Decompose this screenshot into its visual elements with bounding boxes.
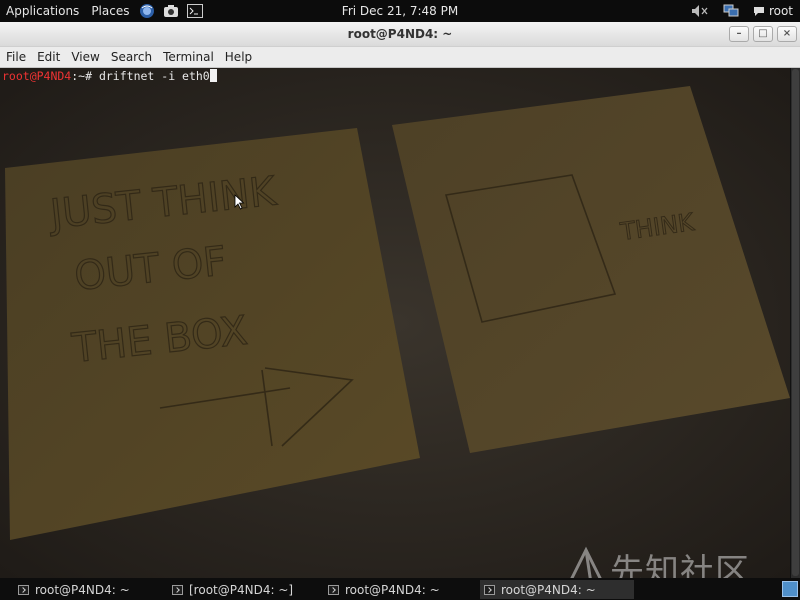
task-button-1[interactable]: root@P4ND4: ~ [14, 580, 164, 599]
task-label: root@P4ND4: ~ [345, 582, 440, 597]
menu-terminal[interactable]: Terminal [158, 50, 219, 64]
terminal-task-icon [484, 584, 495, 595]
browser-icon[interactable] [138, 3, 156, 19]
command-text: driftnet -i eth0 [98, 69, 210, 83]
terminal-task-icon [172, 584, 183, 595]
volume-muted-icon[interactable] [691, 4, 709, 18]
menu-file[interactable]: File [1, 50, 31, 64]
menu-search[interactable]: Search [106, 50, 157, 64]
chat-bubble-icon [753, 6, 764, 16]
task-label: [root@P4ND4: ~] [189, 582, 294, 597]
menubar: File Edit View Search Terminal Help [0, 47, 800, 68]
user-name: root [768, 4, 793, 18]
task-button-2[interactable]: [root@P4ND4: ~] [168, 580, 320, 599]
bottom-panel: root@P4ND4: ~ [root@P4ND4: ~] root@P4ND4… [0, 578, 800, 600]
terminal-area[interactable]: JUST THINK OUT OF THE BOX THINK root@P4N… [0, 68, 790, 578]
task-label: root@P4ND4: ~ [35, 582, 130, 597]
maximize-button[interactable]: □ [753, 26, 773, 42]
task-label: root@P4ND4: ~ [501, 582, 596, 597]
close-button[interactable]: × [777, 26, 797, 42]
prompt-user: root@P4ND4 [2, 69, 72, 83]
mouse-pointer-icon [234, 194, 245, 214]
scroll-thumb[interactable] [792, 69, 799, 576]
terminal-task-icon [328, 584, 339, 595]
desktop: Applications Places Fri Dec 21, 7:48 PM … [0, 0, 800, 600]
show-desktop-button[interactable] [782, 581, 798, 597]
terminal-task-icon [18, 584, 29, 595]
menu-edit[interactable]: Edit [32, 50, 65, 64]
menu-view[interactable]: View [66, 50, 104, 64]
places-menu[interactable]: Places [85, 0, 135, 22]
prompt-path: :~# [71, 69, 99, 83]
user-menu[interactable]: root [753, 4, 793, 18]
prompt-line: root@P4ND4:~# driftnet -i eth0 [2, 69, 217, 83]
applications-menu[interactable]: Applications [0, 0, 85, 22]
window-titlebar[interactable]: root@P4ND4: ~ – □ × [0, 22, 800, 47]
top-panel: Applications Places Fri Dec 21, 7:48 PM … [0, 0, 800, 22]
sticky-notes-wallpaper: JUST THINK OUT OF THE BOX THINK [0, 68, 790, 578]
clock[interactable]: Fri Dec 21, 7:48 PM [342, 4, 458, 18]
terminal-icon[interactable] [186, 3, 204, 19]
screenshot-icon[interactable] [162, 3, 180, 19]
network-icon[interactable] [723, 3, 739, 19]
menu-help[interactable]: Help [220, 50, 257, 64]
window-title: root@P4ND4: ~ [347, 27, 453, 41]
task-button-4[interactable]: root@P4ND4: ~ [480, 580, 634, 599]
task-button-3[interactable]: root@P4ND4: ~ [324, 580, 476, 599]
text-cursor [209, 69, 217, 82]
terminal-scrollbar[interactable] [790, 68, 800, 578]
minimize-button[interactable]: – [729, 26, 749, 42]
